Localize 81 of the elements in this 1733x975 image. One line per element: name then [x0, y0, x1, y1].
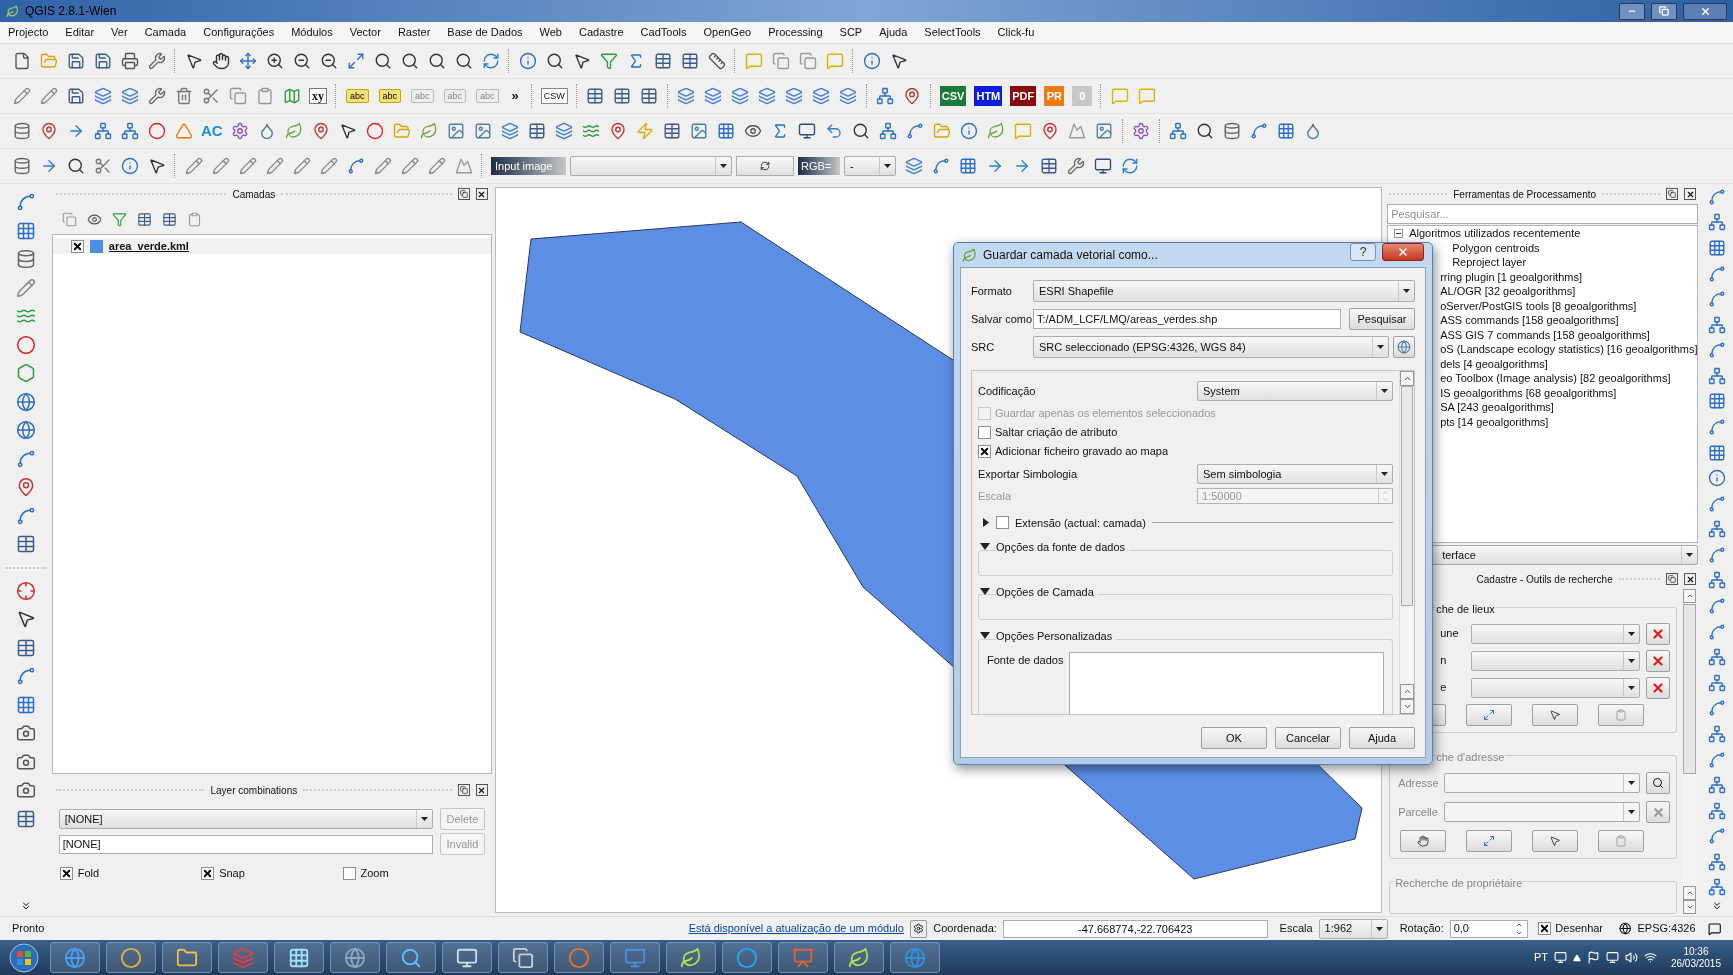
- checkbox-label: Snap: [219, 866, 245, 881]
- menu-item[interactable]: Web: [539, 24, 562, 41]
- dialog-button[interactable]: Cancelar: [1275, 727, 1341, 749]
- status-text: Pronto: [12, 921, 46, 937]
- menu-item[interactable]: Processing: [768, 24, 823, 41]
- combination-dropdown[interactable]: [NONE]: [58, 809, 433, 829]
- menu-item[interactable]: Ver: [111, 24, 128, 41]
- field-label: une: [1440, 626, 1460, 642]
- panel-title: Cadastre - Outils de recherche: [1476, 572, 1613, 587]
- format-dropdown[interactable]: ESRI Shapefile: [1033, 280, 1415, 302]
- layer-row[interactable]: area_verde.kml: [52, 238, 491, 254]
- update-link[interactable]: Está disponível a atualização de um módulo: [688, 920, 904, 937]
- xy-button[interactable]: xy: [309, 88, 327, 104]
- menu-item[interactable]: Módulos: [291, 24, 333, 41]
- checkbox-label: Guardar apenas os elementos seleccionados: [995, 405, 1216, 421]
- group-title: Extensão (actual: camada): [1015, 515, 1146, 531]
- menu-item[interactable]: CadTools: [640, 24, 687, 41]
- crs-dropdown[interactable]: SRC seleccionado (EPSG:4326, WGS 84): [1033, 336, 1389, 358]
- field-label: Fonte de dados: [987, 652, 1064, 668]
- browse-button[interactable]: Pesquisar: [1349, 308, 1415, 330]
- checkbox-label: Zoom: [360, 866, 389, 881]
- clock[interactable]: 10:36 26/03/2015: [1662, 945, 1729, 970]
- csw-button[interactable]: CSW: [540, 88, 568, 104]
- field-label: Adresse: [1398, 775, 1439, 791]
- checkbox-label: Saltar criação de atributo: [995, 424, 1118, 440]
- coordinate-field[interactable]: -47.668774,-22.706423: [1002, 919, 1268, 938]
- checkbox-label: Adicionar ficheiro gravado ao mapa: [995, 443, 1169, 459]
- menu-item[interactable]: SCP: [839, 24, 863, 41]
- layer-name: area_verde.kml: [108, 238, 189, 254]
- encoding-dropdown[interactable]: System: [1197, 381, 1393, 401]
- export-button[interactable]: HTM: [974, 86, 1003, 106]
- field-label: SRC: [971, 339, 996, 355]
- menu-item[interactable]: Editar: [65, 24, 95, 41]
- field-label: Codificação: [978, 383, 1037, 399]
- window-title: QGIS 2.8.1-Wien: [25, 3, 118, 20]
- dialog-button[interactable]: Ajuda: [1349, 727, 1415, 749]
- menu-item[interactable]: Ajuda: [879, 24, 908, 41]
- coordinate-label: Coordenada:: [933, 921, 997, 937]
- field-label: e: [1440, 680, 1448, 696]
- rotation-label: Rotação:: [1399, 921, 1444, 937]
- menu-item[interactable]: Base de Dados: [447, 24, 523, 41]
- field-label: Parcelle: [1398, 804, 1439, 820]
- field-label: Exportar Simbologia: [978, 466, 1079, 482]
- dialog-title: Guardar camada vetorial como...: [983, 247, 1159, 264]
- menu-item[interactable]: Raster: [397, 24, 431, 41]
- help-button[interactable]: ?: [1350, 243, 1376, 261]
- field-label: n: [1440, 653, 1448, 669]
- menu-item[interactable]: Cadastre: [578, 24, 624, 41]
- panel-title: Ferramentas de Processamento: [1453, 187, 1597, 202]
- field-label: Escala: [978, 489, 1013, 504]
- dialog-button[interactable]: OK: [1201, 727, 1267, 749]
- scale-label: Escala: [1279, 921, 1313, 937]
- menu-item[interactable]: Configurações: [203, 24, 275, 41]
- export-button[interactable]: CSV: [939, 86, 967, 106]
- crs-label[interactable]: EPSG:4326: [1637, 920, 1696, 937]
- combination-name-field[interactable]: [NONE]: [58, 834, 433, 854]
- scale-dropdown[interactable]: 1:962: [1318, 918, 1388, 939]
- export-button[interactable]: PDF: [1010, 86, 1037, 106]
- menu-item[interactable]: Camada: [144, 24, 187, 41]
- label-tool-button[interactable]: abc: [378, 89, 402, 103]
- language-indicator[interactable]: PT: [1533, 949, 1548, 966]
- rgb-dropdown[interactable]: -: [844, 156, 896, 176]
- checkbox-label: Fold: [77, 866, 100, 881]
- checkbox-label: Desenhar: [1555, 921, 1604, 937]
- menu-item[interactable]: OpenGeo: [703, 24, 752, 41]
- search-field[interactable]: Pesquisar...: [1387, 204, 1699, 224]
- tree-item[interactable]: Algoritmos utilizados recentemente: [1409, 226, 1581, 241]
- menu-item[interactable]: Vector: [349, 24, 381, 41]
- panel-title: Camadas: [232, 187, 276, 202]
- rotation-spinbox[interactable]: 0,0: [1449, 919, 1529, 938]
- field-label: Formato: [971, 283, 1013, 299]
- band-set-label: Input image: [491, 157, 566, 175]
- menu-item[interactable]: SelectTools: [924, 24, 981, 41]
- menu-item[interactable]: Projecto: [8, 24, 49, 41]
- file-path-field[interactable]: T:/ADM_LCF/LMQ/areas_verdes.shp: [1033, 309, 1341, 329]
- label-tool-button[interactable]: abc: [346, 89, 369, 103]
- overflow-button[interactable]: »: [511, 86, 519, 106]
- rgb-label: RGB=: [798, 157, 840, 175]
- symbology-dropdown[interactable]: Sem simbologia: [1197, 464, 1393, 484]
- panel-title: Layer combinations: [210, 783, 298, 798]
- menu-item[interactable]: Click-fu: [997, 24, 1035, 41]
